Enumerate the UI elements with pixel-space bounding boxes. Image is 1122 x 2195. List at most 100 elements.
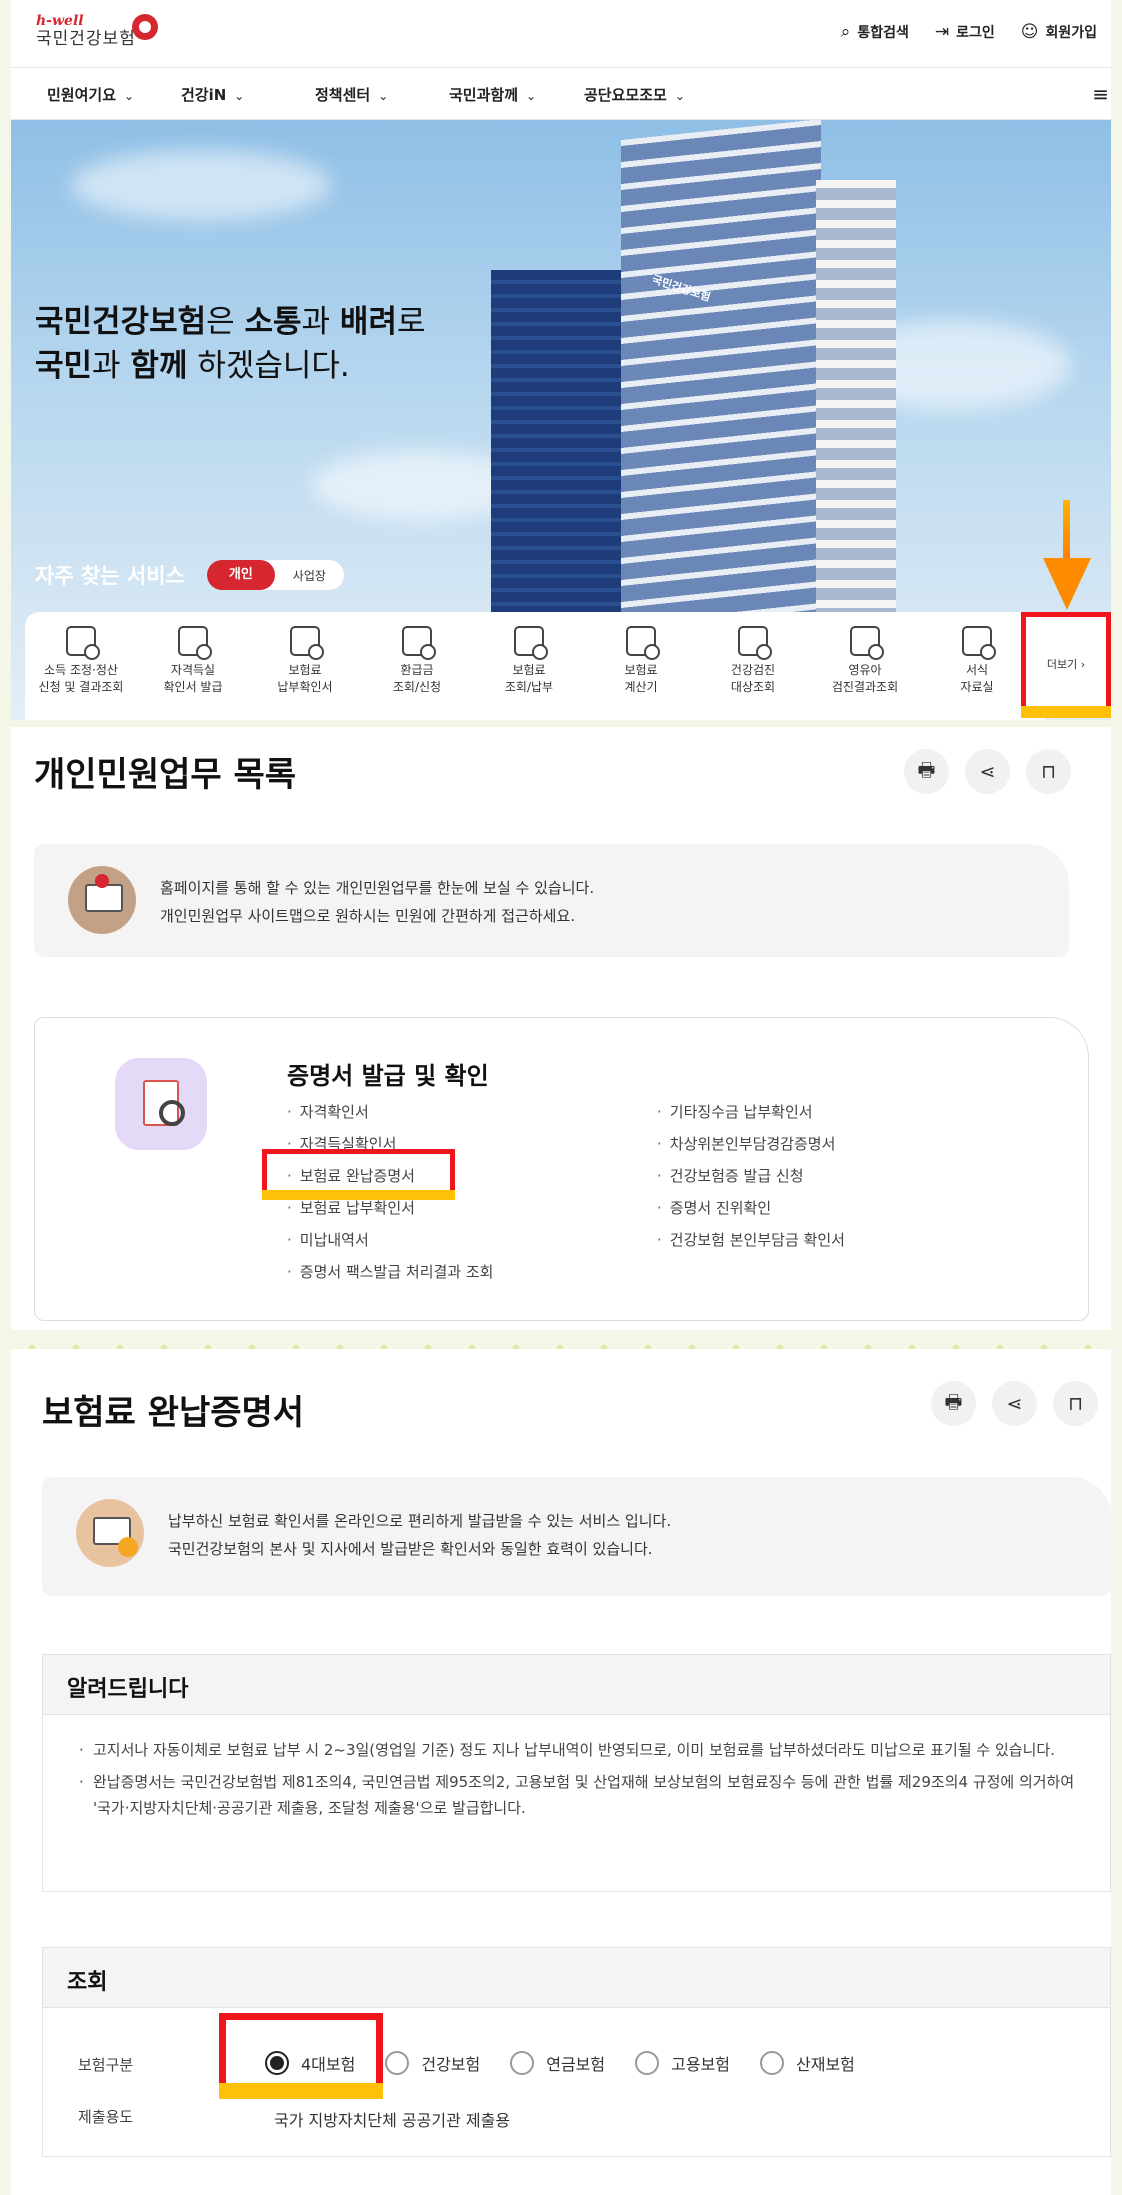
receipt-search-icon (290, 626, 324, 660)
more-services-button[interactable]: 더보기 › (1021, 612, 1111, 718)
scale-icon (66, 626, 100, 660)
info-text: 홈페이지를 통해 할 수 있는 개인민원업무를 한눈에 보실 수 있습니다. 개… (160, 879, 595, 925)
notice-title: 알려드립니다 (43, 1655, 1110, 1715)
chevron-down-icon: ⌄ (234, 89, 245, 103)
signup-link[interactable]: ☺ 회원가입 (1021, 22, 1097, 42)
page-tools: 🖶 ⋖ ⊓ (931, 1381, 1098, 1426)
share-icon[interactable]: ⋖ (965, 749, 1010, 794)
bookmark-icon[interactable]: ⊓ (1053, 1381, 1098, 1426)
global-nav: 민원여기요 ⌄ 건강iN ⌄ 정책센터 ⌄ 국민과함께 ⌄ 공단요모조모 ⌄ ≡ (11, 68, 1111, 120)
service-calculator[interactable]: 보험료 계산기 (585, 612, 697, 720)
chevron-down-icon: ⌄ (674, 89, 685, 103)
service-income-adjust[interactable]: 소득 조정·정산 신청 및 결과조회 (25, 612, 137, 720)
list-item[interactable]: 증명서 진위확인 (657, 1192, 845, 1224)
user-add-icon: ☺ (1020, 22, 1039, 42)
computer-pay-icon (514, 626, 548, 660)
notice-item: 완납증명서는 국민건강보험법 제81조의4, 국민연금법 제95조의2, 고용보… (79, 1769, 1080, 1821)
utility-links: ⌕ 통합검색 ⇥ 로그인 ☺ 회원가입 (841, 22, 1097, 42)
person-search-icon (738, 626, 772, 660)
service-payment-confirm[interactable]: 보험료 납부확인서 (249, 612, 361, 720)
list-item[interactable]: 건강보험증 발급 신청 (657, 1160, 845, 1192)
service-infant-checkup[interactable]: 영유아 검진결과조회 (809, 612, 921, 720)
top-bar: h-well 국민건강보험 ⌕ 통합검색 ⇥ 로그인 ☺ 회원가입 (11, 0, 1111, 68)
service-refund[interactable]: 환급금 조회/신청 (361, 612, 473, 720)
frequent-services-header: 자주 찾는 서비스 개인 사업장 (35, 560, 344, 590)
info-text: 납부하신 보험료 확인서를 온라인으로 편리하게 발급받을 수 있는 서비스 입… (168, 1512, 672, 1558)
category-box: 증명서 발급 및 확인 자격확인서 자격득실확인서 보험료 완납증명서 보험료 … (34, 1017, 1089, 1321)
page-title: 보험료 완납증명서 (42, 1393, 305, 1433)
cloud-shape (71, 150, 331, 220)
notice-list: 고지서나 자동이체로 보험료 납부 시 2~3일(영업일 기준) 정도 지나 납… (43, 1715, 1110, 1821)
nhis-logo[interactable]: h-well 국민건강보험 (36, 13, 158, 50)
highlight-box (262, 1149, 455, 1200)
monitor-coin-icon (76, 1499, 144, 1567)
hamburger-menu-icon[interactable]: ≡ (1092, 82, 1109, 106)
family-icon (850, 626, 884, 660)
logo-hwell: h-well (36, 13, 84, 29)
list-item[interactable]: 증명서 팩스발급 처리결과 조회 (287, 1256, 494, 1288)
annotation-arrow (1043, 500, 1091, 610)
radio-employment-insurance[interactable]: 고용보험 (635, 2051, 730, 2075)
nav-item-about[interactable]: 공단요모조모 ⌄ (584, 84, 685, 105)
service-premium-pay[interactable]: 보험료 조회/납부 (473, 612, 585, 720)
search-icon: ⌕ (840, 22, 851, 42)
page-tools: 🖶 ⋖ ⊓ (904, 749, 1071, 794)
list-item[interactable]: 기타징수금 납부확인서 (657, 1096, 845, 1128)
notice-box: 알려드립니다 고지서나 자동이체로 보험료 납부 시 2~3일(영업일 기준) … (42, 1654, 1111, 1892)
info-box: 납부하신 보험료 확인서를 온라인으로 편리하게 발급받을 수 있는 서비스 입… (42, 1477, 1111, 1596)
list-item[interactable]: 건강보험 본인부담금 확인서 (657, 1224, 845, 1256)
notice-item: 고지서나 자동이체로 보험료 납부 시 2~3일(영업일 기준) 정도 지나 납… (79, 1737, 1080, 1763)
nav-item-minwon[interactable]: 민원여기요 ⌄ (47, 84, 134, 105)
share-icon[interactable]: ⋖ (992, 1381, 1037, 1426)
monitor-coin-icon (402, 626, 436, 660)
form-document-icon (962, 626, 996, 660)
monitor-pin-icon (68, 866, 136, 934)
print-icon[interactable]: 🖶 (931, 1381, 976, 1426)
purpose-label: 제출용도 (78, 2108, 134, 2126)
page-title: 개인민원업무 목록 (34, 755, 297, 795)
insurance-type-label: 보험구분 (78, 2056, 134, 2074)
chevron-down-icon: ⌄ (124, 89, 135, 103)
list-item[interactable]: 미납내역서 (287, 1224, 494, 1256)
login-link[interactable]: ⇥ 로그인 (935, 22, 995, 42)
calculator-icon (626, 626, 660, 660)
service-forms[interactable]: 서식 자료실 (921, 612, 1033, 720)
hero-banner: 국민건강보험 국민건강보험은 소통과 배려로 국민과 함께 하겠습니다. 자주 … (11, 120, 1111, 720)
radio-pension-insurance[interactable]: 연금보험 (510, 2051, 605, 2075)
purpose-value: 국가 지방자치단체 공공기관 제출용 (274, 2111, 511, 2130)
radio-health-insurance[interactable]: 건강보험 (385, 2051, 480, 2075)
toggle-personal[interactable]: 개인 (206, 560, 275, 590)
toggle-business[interactable]: 사업장 (275, 567, 344, 584)
query-form: 조회 보험구분 4대보험 건강보험 연금보험 고용보험 산재보험 제출용도 국가… (42, 1947, 1111, 2157)
query-title: 조회 (43, 1948, 1110, 2008)
audience-toggle: 개인 사업장 (206, 560, 344, 590)
frequent-services-label: 자주 찾는 서비스 (35, 564, 185, 588)
category-list-right: 기타징수금 납부확인서 차상위본인부담경감증명서 건강보험증 발급 신청 증명서… (657, 1096, 845, 1256)
logo-name: 국민건강보험 (36, 29, 136, 49)
chevron-down-icon: ⌄ (378, 89, 389, 103)
radio-industrial-insurance[interactable]: 산재보험 (760, 2051, 855, 2075)
search-link[interactable]: ⌕ 통합검색 (841, 22, 909, 42)
category-title: 증명서 발급 및 확인 (287, 1062, 489, 1090)
document-check-icon (178, 626, 212, 660)
print-icon[interactable]: 🖶 (904, 749, 949, 794)
main-page-screenshot: h-well 국민건강보험 ⌕ 통합검색 ⇥ 로그인 ☺ 회원가입 민원여기요 ⌄ 건강… (11, 0, 1111, 720)
service-checkup[interactable]: 건강검진 대상조회 (697, 612, 809, 720)
login-icon: ⇥ (934, 22, 950, 42)
nav-item-together[interactable]: 국민과함께 ⌄ (449, 84, 536, 105)
nav-item-policy[interactable]: 정책센터 ⌄ (315, 84, 388, 105)
highlight-box (219, 2013, 383, 2099)
info-box: 홈페이지를 통해 할 수 있는 개인민원업무를 한눈에 보실 수 있습니다. 개… (34, 844, 1069, 957)
certificate-search-icon (115, 1058, 207, 1150)
list-item[interactable]: 차상위본인부담경감증명서 (657, 1128, 845, 1160)
service-qualification[interactable]: 자격득실 확인서 발급 (137, 612, 249, 720)
hero-slogan: 국민건강보험은 소통과 배려로 국민과 함께 하겠습니다. (35, 304, 426, 384)
certificate-page-screenshot: 보험료 완납증명서 🖶 ⋖ ⊓ 납부하신 보험료 확인서를 온라인으로 편리하게… (11, 1349, 1111, 2195)
nav-item-health[interactable]: 건강iN ⌄ (181, 84, 244, 105)
heart-logo-icon (132, 14, 158, 40)
bookmark-icon[interactable]: ⊓ (1026, 749, 1071, 794)
list-item[interactable]: 자격확인서 (287, 1096, 494, 1128)
list-page-screenshot: 개인민원업무 목록 🖶 ⋖ ⊓ 홈페이지를 통해 할 수 있는 개인민원업무를 … (11, 727, 1111, 1330)
chevron-down-icon: ⌄ (526, 89, 537, 103)
frequent-services-bar: 소득 조정·정산 신청 및 결과조회 자격득실 확인서 발급 보험료 납부확인서 환급… (25, 612, 1045, 720)
